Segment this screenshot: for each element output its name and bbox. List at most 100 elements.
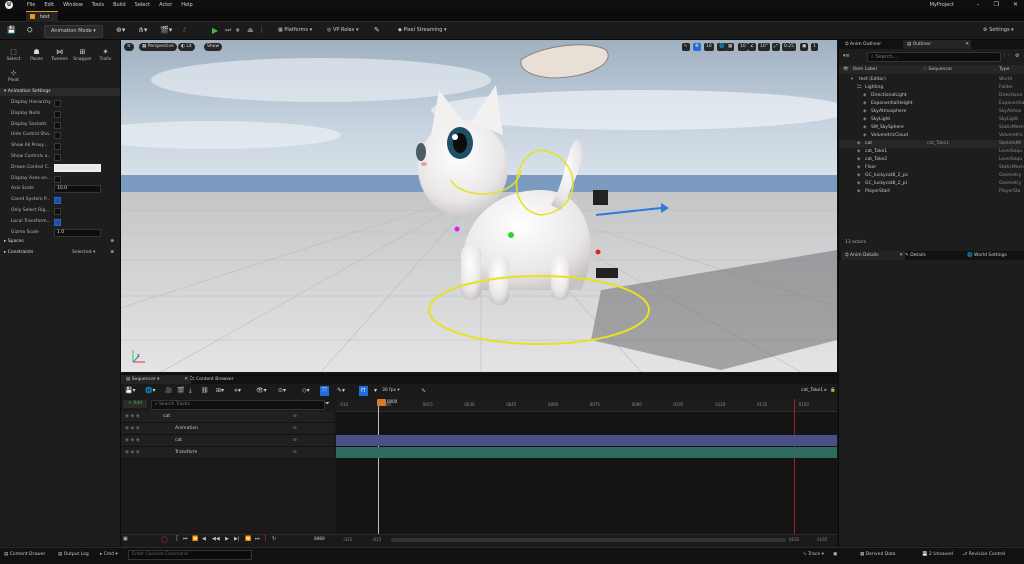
track-add-icon[interactable]: ⊕ [293,411,297,422]
platforms-button[interactable]: ▦ Platforms ▾ [278,25,312,36]
save-icon[interactable]: 💾 [7,25,16,36]
tab-details[interactable]: ✎ Details [901,251,930,260]
outliner-search-input[interactable]: ⌕ Search... [867,52,1001,62]
unreal-logo-icon[interactable]: U [5,1,13,9]
seq-filter-icon[interactable]: ⊞▾ [216,386,224,396]
settings-button[interactable]: ⚙ Settings ▾ [983,25,1014,36]
sequencer-track[interactable]: ◉ ◉ ◉ Transform ⊕ [121,447,334,459]
jump-end-icon[interactable]: ⏭ [255,536,260,542]
transport-options-icon[interactable]: ▣ [123,536,128,542]
unsaved-button[interactable]: 💾 2 Unsaved [922,552,953,557]
outliner-row[interactable]: ◈ ExponentialHeight Exponentia [839,100,1024,108]
fps-dropdown[interactable]: 30 fps ▾ [382,386,400,396]
set-start-icon[interactable]: [ [176,535,178,542]
setting-value-input[interactable]: 10.0 [54,185,101,194]
tool-pivot[interactable]: ⊹ Pivot [4,69,23,89]
outliner-settings-icon[interactable]: ⚙ [1015,53,1019,59]
sequence-name[interactable]: cat_Take1 ▸ [801,386,827,396]
tool-traits[interactable]: ✶ Traits [96,48,115,68]
outliner-row[interactable]: ◈ DirectionalLight Directiona [839,92,1024,100]
menu-edit[interactable]: Edit [44,2,54,8]
add-actor-icon[interactable]: ⊕▾ [116,25,125,36]
outliner-row[interactable]: ◈ PlayerStart PlayerSta [839,188,1024,196]
seq-render-icon[interactable]: 🎬 [177,386,184,396]
outliner-add-folder-icon[interactable]: 🗀 [1004,53,1009,61]
viewport-control-button[interactable]: 10° [758,43,770,51]
track-visibility-icons[interactable]: ◉ ◉ ◉ [125,447,140,458]
transport-play-button[interactable]: ▶ [225,536,229,542]
setting-checkbox[interactable] [54,197,61,205]
outliner-row[interactable]: ◈ GC_luckycat8_2_pl Geometry [839,180,1024,188]
track-visibility-icons[interactable]: ◉ ◉ ◉ [125,411,140,422]
viewport-control-button[interactable]: 0.25 [782,43,797,51]
constraints-header[interactable]: ▸ Constraints Selected ▾ ⊕ [0,249,120,257]
seq-save-icon[interactable]: 💾▾ [125,386,135,396]
control-magenta[interactable] [454,226,460,232]
menu-file[interactable]: File [27,2,35,8]
setting-checkbox[interactable] [54,208,61,215]
setting-checkbox[interactable] [54,175,61,183]
viewport-control-button[interactable]: ▦ [726,43,735,51]
outliner-row[interactable]: ◈ Floor StaticMesh [839,164,1024,172]
spaces-header[interactable]: ▸ Spaces ⊕ [0,238,120,246]
track-visibility-icons[interactable]: ◉ ◉ ◉ [125,435,140,446]
outliner-row[interactable]: ◈ SM_SkySphere StaticMesh [839,124,1024,132]
close-icon[interactable]: ✕ [1013,1,1018,8]
output-log-button[interactable]: ▤ Output Log [58,552,89,557]
outliner-row[interactable]: ◈ cat_Take1 LevelSequ [839,148,1024,156]
set-end-icon[interactable]: ] [264,535,266,542]
timeline-scrollbar[interactable] [391,538,786,542]
menu-help[interactable]: Help [181,2,192,8]
show-button[interactable]: Show [204,43,223,51]
viewport-menu-button[interactable]: ≡ [124,43,134,51]
cat-track-section[interactable] [336,435,837,446]
spaces-add-icon[interactable]: ⊕ [110,238,114,246]
menu-window[interactable]: Window [63,2,83,8]
level-tab[interactable]: test [26,11,58,22]
playhead-marker[interactable] [377,399,386,406]
pixel-streaming-button[interactable]: ◆ Pixel Streaming ▾ [398,25,447,36]
tab-anim-outliner[interactable]: ⛭ Anim Outliner [841,40,885,49]
seq-export-icon[interactable]: ⤓ [189,386,192,396]
outliner-row[interactable]: ◈ GC_luckycat8_2_pc Geometry [839,172,1024,180]
track-search-input[interactable]: ⌕ Search Tracks [151,400,325,410]
maximize-icon[interactable]: ❐ [994,1,999,8]
seq-key-mode-icon[interactable]: ◇▾ [302,386,310,396]
track-add-icon[interactable]: ⊕ [293,435,297,446]
track-add-icon[interactable]: ⊕ [293,423,297,434]
playback-start-time[interactable]: -015 [372,537,381,542]
setting-checkbox[interactable] [54,121,61,129]
seq-camera-icon[interactable]: 🎥 [165,386,172,396]
seq-view-icon[interactable]: 👁▾ [256,386,267,396]
viewport-control-button[interactable]: ▣ [800,43,809,51]
vp-tools-icon[interactable]: ✎ [374,25,380,36]
lit-button[interactable]: ◐ Lit [178,43,195,51]
seq-curve-icon[interactable]: ✎▾ [337,386,345,396]
tool-tweens[interactable]: ⋈ Tweens [50,48,69,68]
tab-outliner[interactable]: ▤ Outliner ✕ [903,40,971,49]
seq-snap-toggle[interactable]: ⊓ [359,386,368,396]
console-input[interactable]: Enter Console Command [128,550,252,560]
minimize-icon[interactable]: – [977,1,980,8]
setting-color-swatch[interactable] [54,163,101,172]
outliner-row[interactable]: 🗀 Lighting Folder [839,84,1024,92]
setting-checkbox[interactable] [54,100,61,107]
col-sequencer[interactable]: ◌ Sequencer [923,65,952,74]
step-icon[interactable]: ⏭ [225,25,231,36]
current-frame[interactable]: 0000 [314,537,325,542]
setting-checkbox[interactable] [54,218,61,226]
viewport-control-button[interactable]: ⤢ [772,43,780,51]
notifications-icon[interactable]: ▣ [833,552,837,557]
menu-build[interactable]: Build [113,2,126,8]
play-button[interactable]: ▶ [212,25,218,36]
next-frame-icon[interactable]: ▶| [234,536,240,542]
setting-checkbox[interactable] [54,110,61,118]
seq-play-options-icon[interactable]: ⊙▾ [278,386,286,396]
prev-frame-icon[interactable]: ◀ [202,536,206,542]
outliner-row[interactable]: ◈ cat cat_Take1 SkeletalM [839,140,1024,148]
col-item-label[interactable]: Item Label [853,65,877,74]
tab-content-browser[interactable]: 🗀 Content Browser [185,375,239,384]
viewport-control-button[interactable]: 1 [811,43,818,51]
seq-link-icon[interactable]: ⛓ [201,386,209,396]
menu-select[interactable]: Select [135,2,150,8]
